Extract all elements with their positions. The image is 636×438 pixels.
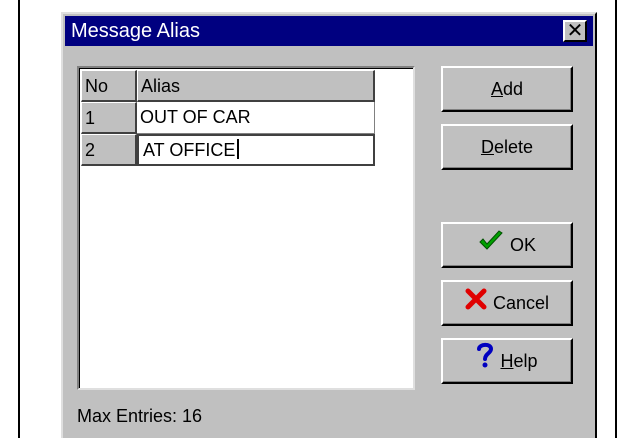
alias-edit-text: AT OFFICE <box>143 140 236 160</box>
row-number-cell[interactable]: 1 <box>81 102 137 134</box>
alias-edit-cell[interactable]: AT OFFICE <box>137 134 375 166</box>
cancel-label: Cancel <box>492 293 550 313</box>
cancel-button[interactable]: Cancel <box>441 280 573 326</box>
question-icon <box>476 341 494 383</box>
x-icon <box>465 283 487 325</box>
row-number-cell[interactable]: 2 <box>81 134 137 166</box>
title-bar[interactable]: Message Alias ✕ <box>65 16 593 46</box>
frame-right-border <box>615 0 617 438</box>
delete-mnemonic: D <box>480 137 494 157</box>
ok-label: OK <box>509 235 536 255</box>
help-button[interactable]: Help <box>441 338 573 384</box>
close-button[interactable]: ✕ <box>563 20 587 42</box>
text-caret <box>237 139 240 159</box>
column-header-no[interactable]: No <box>81 70 137 102</box>
message-alias-dialog: Message Alias ✕ No Alias 1 OUT OF CAR 2 … <box>61 12 597 438</box>
column-header-alias[interactable]: Alias <box>137 70 375 102</box>
delete-button[interactable]: Delete <box>441 124 573 170</box>
frame-left-border <box>18 0 20 438</box>
help-mnemonic: H <box>500 351 514 371</box>
checkmark-icon <box>478 225 504 267</box>
close-icon: ✕ <box>566 18 584 42</box>
add-label-rest: dd <box>502 79 524 99</box>
window-title: Message Alias <box>71 20 200 42</box>
ok-button[interactable]: OK <box>441 222 573 268</box>
delete-label-rest: elete <box>493 137 534 157</box>
max-entries-label: Max Entries: 16 <box>77 406 203 426</box>
add-button[interactable]: Add <box>441 66 573 112</box>
add-mnemonic: A <box>490 79 503 99</box>
alias-grid[interactable]: No Alias 1 OUT OF CAR 2 AT OFFICE <box>77 66 415 390</box>
alias-cell[interactable]: OUT OF CAR <box>137 102 375 134</box>
help-label-rest: elp <box>513 351 538 371</box>
